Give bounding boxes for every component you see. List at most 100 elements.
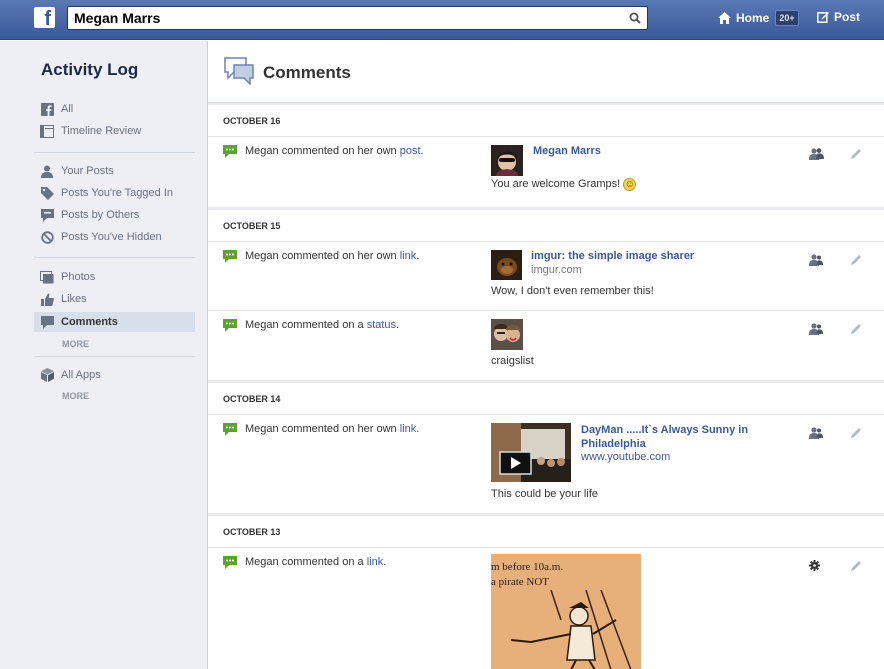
activity-text: Megan commented on her own post. <box>245 145 424 157</box>
comment-activity-icon <box>223 319 237 332</box>
link-domain: imgur.com <box>531 264 582 276</box>
activity-row: Megan commented on her own link. imgur: … <box>208 242 884 311</box>
date-header: OCTOBER 15 <box>208 208 884 242</box>
avatar-image <box>491 145 523 176</box>
sidebar-item-timeline-review[interactable]: Timeline Review <box>34 121 195 141</box>
sidebar-item-all[interactable]: All <box>34 99 195 119</box>
video-title[interactable]: DayMan .....It`s Always Sunny in Philade… <box>581 423 791 451</box>
sidebar-more-link[interactable]: MORE <box>62 391 89 401</box>
thumbnail-image <box>491 423 571 482</box>
sidebar-more-link[interactable]: MORE <box>62 339 89 349</box>
edit-icon <box>817 12 829 23</box>
edit-pencil-icon[interactable] <box>851 560 862 571</box>
tag-icon <box>40 186 54 200</box>
date-header: OCTOBER 16 <box>208 103 884 137</box>
edit-pencil-icon[interactable] <box>851 427 862 438</box>
activity-row: Megan commented on a status. craigslist <box>208 311 884 381</box>
facebook-icon <box>40 102 54 116</box>
activity-link[interactable]: post <box>400 145 421 157</box>
search-icon[interactable] <box>629 12 641 24</box>
top-bar: f Home 20+ Post <box>0 0 884 40</box>
activity-link[interactable]: link <box>400 250 417 262</box>
page-title: Comments <box>263 63 351 82</box>
sidebar-item-label: Timeline Review <box>61 125 142 137</box>
thumbnail-image <box>491 250 522 280</box>
status-thumbnail[interactable] <box>491 319 523 350</box>
sidebar-item-label: Comments <box>61 316 118 328</box>
comment-text: You are welcome Gramps! ☺ <box>491 178 637 191</box>
activity-text: Megan commented on a link. <box>245 556 387 568</box>
timeline-icon <box>40 124 54 138</box>
sidebar-divider <box>34 257 195 258</box>
comment-activity-icon <box>223 423 237 436</box>
activity-row: Megan commented on a link. m before 10a.… <box>208 548 884 669</box>
person-icon <box>40 164 54 178</box>
edit-pencil-icon[interactable] <box>851 254 862 265</box>
date-header: OCTOBER 14 <box>208 381 884 415</box>
audience-friend-icon[interactable] <box>809 427 823 439</box>
sidebar: Activity Log All Timeline Review Your Po… <box>0 41 208 669</box>
home-icon <box>718 12 731 24</box>
comment-text: craigslist <box>491 355 534 367</box>
photos-icon <box>40 270 54 284</box>
comment-activity-icon <box>223 250 237 263</box>
comment-activity-icon <box>223 556 237 569</box>
post-label: Post <box>834 10 861 24</box>
comment-activity-icon <box>223 145 237 158</box>
audience-custom-gear-icon[interactable] <box>809 560 820 571</box>
home-button[interactable]: Home 20+ <box>718 10 799 26</box>
link-title[interactable]: imgur: the simple image sharer <box>531 250 694 262</box>
sidebar-item-all-apps[interactable]: All Apps <box>34 365 195 385</box>
sidebar-item-label: Posts You're Tagged In <box>61 187 173 199</box>
sidebar-item-label: Photos <box>61 271 96 283</box>
sidebar-item-comments[interactable]: Comments <box>34 312 195 332</box>
activity-text: Megan commented on a status. <box>245 319 400 331</box>
sidebar-item-posts-hidden[interactable]: Posts You've Hidden <box>34 227 195 247</box>
sidebar-item-photos[interactable]: Photos <box>34 267 195 287</box>
sidebar-item-label: Likes <box>61 293 87 305</box>
comments-icon <box>224 57 254 85</box>
sidebar-item-posts-tagged-in[interactable]: Posts You're Tagged In <box>34 183 195 203</box>
sidebar-item-your-posts[interactable]: Your Posts <box>34 161 195 181</box>
main-header: Comments <box>208 41 884 103</box>
sidebar-item-label: All <box>61 103 74 115</box>
thumbnail-image <box>491 319 523 350</box>
activity-text: Megan commented on her own link. <box>245 423 420 435</box>
date-header: OCTOBER 13 <box>208 514 884 548</box>
sidebar-item-likes[interactable]: Likes <box>34 289 195 309</box>
comic-caption: m before 10a.m. a pirate NOT <box>491 561 564 588</box>
profile-thumbnail[interactable] <box>491 145 523 176</box>
search-input[interactable] <box>74 9 614 27</box>
audience-friend-icon[interactable] <box>809 254 823 266</box>
activity-link[interactable]: status <box>367 319 396 331</box>
edit-pencil-icon[interactable] <box>851 148 862 159</box>
audience-friend-icon[interactable] <box>809 323 823 335</box>
link-thumbnail[interactable] <box>491 250 522 280</box>
video-domain[interactable]: www.youtube.com <box>581 451 670 463</box>
activity-link[interactable]: link <box>367 556 384 568</box>
search-box[interactable] <box>67 6 648 30</box>
edit-pencil-icon[interactable] <box>851 323 862 334</box>
cube-icon <box>40 368 54 382</box>
post-button[interactable]: Post <box>817 10 860 24</box>
activity-row: Megan commented on her own post. Megan M… <box>208 137 884 208</box>
main-content: Comments OCTOBER 16 Megan commented on h… <box>208 41 884 669</box>
sidebar-divider <box>34 356 195 357</box>
speech-icon <box>40 208 54 222</box>
audience-friends-icon[interactable] <box>809 148 824 160</box>
sidebar-item-label: Your Posts <box>61 165 114 177</box>
thumbs-up-icon <box>40 292 54 306</box>
smiley-emoji: ☺ <box>623 178 637 191</box>
comic-image[interactable]: m before 10a.m. a pirate NOT <box>491 554 641 669</box>
facebook-logo-icon[interactable]: f <box>34 7 55 28</box>
sidebar-divider <box>34 152 195 153</box>
video-thumbnail[interactable] <box>491 423 571 482</box>
activity-row: Megan commented on her own link. DayMan … <box>208 415 884 514</box>
activity-link[interactable]: link <box>400 423 417 435</box>
activity-text: Megan commented on her own link. <box>245 250 420 262</box>
profile-link[interactable]: Megan Marrs <box>533 145 601 157</box>
sidebar-title: Activity Log <box>41 60 139 79</box>
hidden-icon <box>40 230 54 244</box>
sidebar-item-posts-by-others[interactable]: Posts by Others <box>34 205 195 225</box>
home-label: Home <box>736 11 770 25</box>
